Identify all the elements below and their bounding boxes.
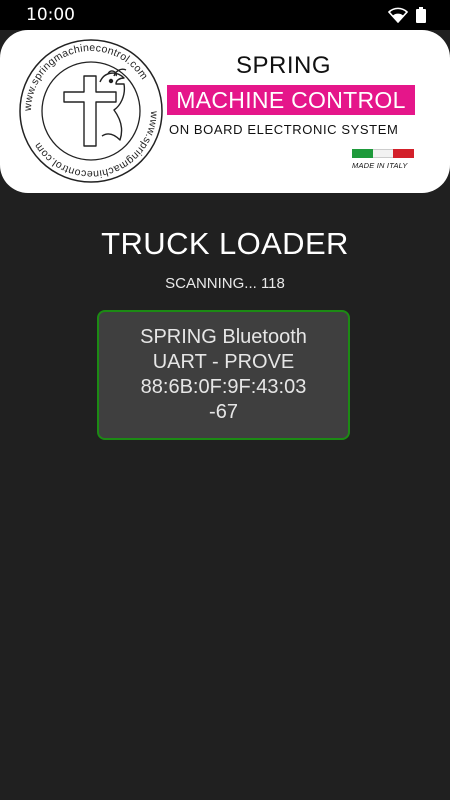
device-address: 88:6B:0F:9F:43:03 [140,376,307,398]
scan-status: SCANNING... 118 [165,275,285,292]
company-seal-logo: www.springmachinecontrol.com www.springm… [19,39,163,183]
status-icons [388,7,426,23]
battery-icon [416,7,426,23]
device-name-line2: UART - PROVE [152,351,295,373]
brand-title: SPRING [236,52,332,79]
device-rssi: -67 [209,401,238,423]
bull-cross-emblem [63,68,127,147]
status-bar: 10:00 [0,0,450,30]
italian-flag-icon [352,149,415,158]
header-banner: www.springmachinecontrol.com www.springm… [0,30,450,193]
wifi-icon [388,7,408,23]
device-name-line1: SPRING Bluetooth [140,326,307,348]
brand-subtitle: MACHINE CONTROL [167,85,415,115]
page-title: TRUCK LOADER [101,226,349,261]
device-list-item[interactable]: SPRING Bluetooth UART - PROVE 88:6B:0F:9… [97,310,350,440]
made-in-italy-label: MADE IN ITALY [352,161,408,170]
brand-tagline: ON BOARD ELECTRONIC SYSTEM [169,122,399,137]
status-time: 10:00 [26,5,75,25]
